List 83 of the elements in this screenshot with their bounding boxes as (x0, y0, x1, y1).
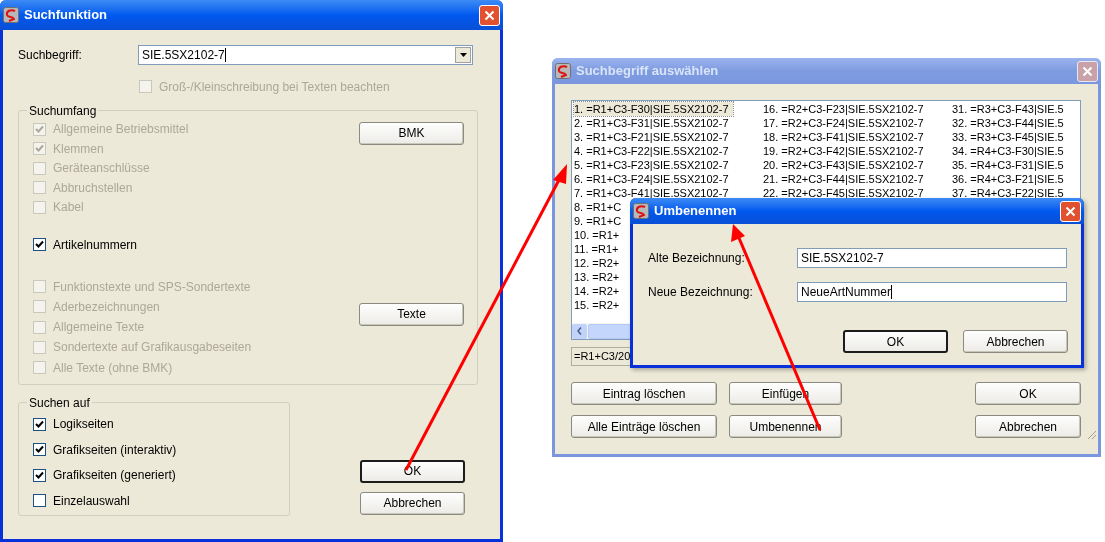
checkbox-label: Geräteanschlüsse (53, 160, 150, 178)
checkbox-label: Abbruchstellen (53, 179, 133, 197)
check-icon (35, 419, 44, 429)
dialog-button[interactable]: Eintrag löschen (571, 382, 717, 405)
list-item[interactable]: 15. =R2+ (574, 298, 624, 312)
list-item[interactable]: 10. =R1+ (574, 228, 624, 242)
close-button[interactable] (1077, 60, 1098, 82)
dialog-button[interactable]: Texte (359, 302, 464, 326)
list-item[interactable]: 12. =R2+ (574, 256, 624, 270)
list-item[interactable]: 18. =R2+C3-F41|SIE.5SX2102-7 (763, 130, 928, 144)
checkbox[interactable] (33, 443, 46, 457)
field-label: Neue Bezeichnung: (648, 284, 754, 301)
check-icon (35, 470, 44, 480)
list-item[interactable]: 22. =R2+C3-F45|SIE.5SX2102-7 (763, 186, 928, 200)
checkbox-label: Artikelnummern (53, 236, 138, 254)
list-item[interactable]: 20. =R2+C3-F43|SIE.5SX2102-7 (763, 158, 928, 172)
field-label: Alte Bezeichnung: (648, 250, 746, 267)
dropdown-button[interactable] (455, 47, 471, 63)
checkbox-label: Allgemeine Betriebsmittel (53, 121, 189, 139)
close-icon (484, 9, 495, 21)
list-item[interactable]: 4. =R1+C3-F22|SIE.5SX2102-7 (574, 144, 733, 158)
list-item[interactable]: 7. =R1+C3-F41|SIE.5SX2102-7 (574, 186, 733, 200)
list-item[interactable]: 3. =R1+C3-F21|SIE.5SX2102-7 (574, 130, 733, 144)
dialog-button[interactable]: Alle Einträge löschen (571, 415, 717, 438)
window-title: Suchfunktion (24, 6, 109, 25)
list-item[interactable]: 33. =R3+C3-F45|SIE.5 (952, 130, 1068, 144)
window-title: Suchbegriff auswählen (576, 62, 720, 81)
checkbox-label: Sondertexte auf Grafikausgabeseiten (53, 339, 252, 357)
dialog-button[interactable]: Abbrechen (360, 491, 465, 515)
list-item[interactable]: 11. =R1+ (574, 242, 623, 256)
list-item[interactable]: 5. =R1+C3-F23|SIE.5SX2102-7 (574, 158, 733, 172)
list-item[interactable]: 17. =R2+C3-F24|SIE.5SX2102-7 (763, 116, 928, 130)
checkbox-label: Aderbezeichnungen (53, 298, 160, 316)
app-logo-icon (3, 7, 19, 23)
checkbox-label: Groß-/Kleinschreibung bei Texten beachten (159, 78, 390, 96)
check-icon (35, 240, 44, 250)
list-item[interactable]: 34. =R4+C3-F30|SIE.5 (952, 144, 1068, 158)
dialog-button[interactable]: OK (843, 330, 948, 353)
search-combo-box[interactable]: SIE.5SX2102-7 (138, 45, 473, 65)
checkbox-label: Allgemeine Texte (53, 319, 145, 337)
app-logo-icon (555, 63, 571, 79)
text-field[interactable]: SIE.5SX2102-7 (797, 248, 1067, 268)
text-field[interactable]: NeueArtNummer (797, 282, 1067, 302)
checkbox-label: Logikseiten (53, 416, 114, 434)
list-item[interactable]: 6. =R1+C3-F24|SIE.5SX2102-7 (574, 172, 733, 186)
list-item[interactable]: 36. =R4+C3-F21|SIE.5 (952, 172, 1068, 186)
checkbox-label: Grafikseiten (interaktiv) (53, 441, 177, 459)
dialog-button[interactable]: Abbrechen (975, 415, 1081, 438)
list-item[interactable]: 19. =R2+C3-F42|SIE.5SX2102-7 (763, 144, 928, 158)
list-item[interactable]: 16. =R2+C3-F23|SIE.5SX2102-7 (763, 102, 928, 116)
list-item[interactable]: 1. =R1+C3-F30|SIE.5SX2102-7 (574, 102, 733, 116)
checkbox-label: Grafikseiten (generiert) (53, 467, 176, 485)
field-label: Suchbegriff: (18, 47, 83, 64)
checkbox-label: Klemmen (53, 140, 104, 158)
scroll-left-button[interactable] (572, 323, 587, 339)
list-item[interactable]: 13. =R2+ (574, 270, 624, 284)
list-item[interactable]: 31. =R3+C3-F43|SIE.5 (952, 102, 1068, 116)
app-logo-icon (633, 203, 649, 219)
dialog-button[interactable]: Abbrechen (963, 330, 1068, 353)
check-icon (35, 445, 44, 455)
list-item[interactable]: 9. =R1+C (574, 214, 626, 228)
list-item[interactable]: 14. =R2+ (574, 284, 624, 298)
dialog-button[interactable]: BMK (359, 121, 464, 145)
checkbox[interactable] (33, 238, 46, 252)
resize-grip-icon (1087, 430, 1097, 440)
close-icon (1065, 205, 1076, 217)
list-item[interactable]: 35. =R4+C3-F31|SIE.5 (952, 158, 1068, 172)
checkbox-label: Kabel (53, 199, 84, 217)
list-item[interactable]: 8. =R1+C (574, 200, 626, 214)
checkbox-label: Alle Texte (ohne BMK) (53, 359, 173, 377)
checkbox-label: Funktionstexte und SPS-Sondertexte (53, 278, 251, 296)
window-title: Umbenennen (654, 202, 738, 221)
list-item[interactable]: 21. =R2+C3-F44|SIE.5SX2102-7 (763, 172, 928, 186)
checkbox[interactable] (33, 468, 46, 482)
list-item[interactable]: 37. =R4+C3-F22|SIE.5 (952, 186, 1068, 200)
checkbox[interactable] (33, 417, 46, 431)
dialog-button[interactable]: OK (975, 382, 1081, 405)
checkbox-label: Einzelauswahl (53, 492, 130, 510)
list-item[interactable]: 2. =R1+C3-F31|SIE.5SX2102-7 (574, 116, 733, 130)
list-item[interactable]: 32. =R3+C3-F44|SIE.5 (952, 116, 1068, 130)
close-icon (1082, 65, 1093, 77)
caret-icon (459, 53, 467, 57)
checkbox[interactable] (33, 494, 46, 508)
